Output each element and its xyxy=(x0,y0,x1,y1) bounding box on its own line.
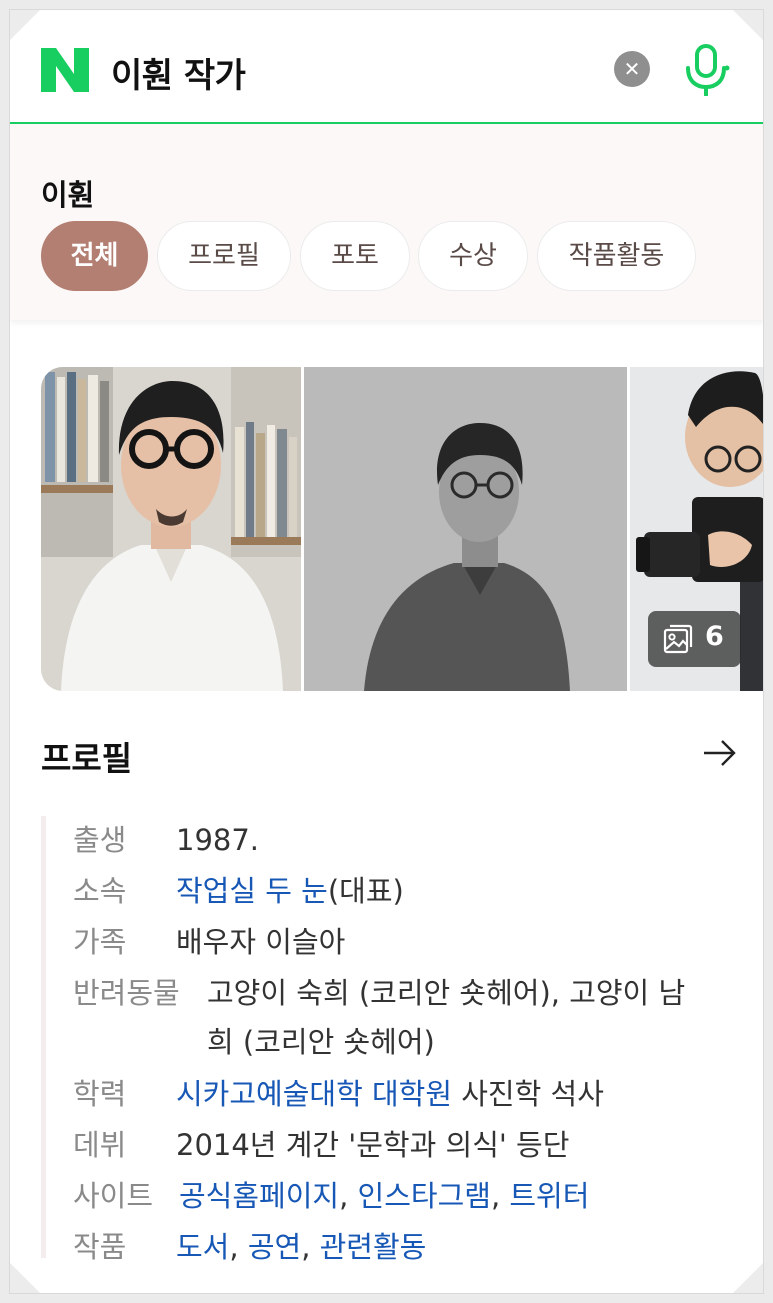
profile-value: 1987. xyxy=(176,823,260,857)
profile-label: 반려동물 xyxy=(73,976,180,1010)
search-bar: 이훤 작가 ✕ xyxy=(10,10,763,124)
tab-photo[interactable]: 포토 xyxy=(300,221,410,291)
arrow-right-icon[interactable] xyxy=(702,738,738,768)
activities-link[interactable]: 관련활동 xyxy=(320,1230,427,1264)
profile-label: 데뷔 xyxy=(73,1128,127,1162)
degree-text: 사진학 석사 xyxy=(452,1077,604,1111)
tab-profile[interactable]: 프로필 xyxy=(157,221,291,291)
tab-awards[interactable]: 수상 xyxy=(418,221,528,291)
twitter-link[interactable]: 트위터 xyxy=(509,1179,589,1213)
profile-value: 희 (코리안 숏헤어) xyxy=(207,1025,435,1059)
photo-count-badge[interactable]: 6 xyxy=(648,611,741,667)
photo-thumbnail[interactable] xyxy=(304,367,627,691)
profile-heading[interactable]: 프로필 xyxy=(41,732,132,780)
profile-label: 사이트 xyxy=(73,1179,154,1213)
profile-value: 고양이 숙희 (코리안 숏헤어), 고양이 남 xyxy=(207,976,686,1010)
profile-list: 출생 1987. 소속 작업실 두 눈(대표) 가족 배우자 이슬아 반려동물 … xyxy=(41,816,741,1264)
instagram-link[interactable]: 인스타그램 xyxy=(358,1179,491,1213)
profile-label: 작품 xyxy=(73,1230,127,1264)
profile-label: 가족 xyxy=(73,925,127,959)
photo-strip: 6 xyxy=(41,367,763,691)
photo-thumbnail[interactable] xyxy=(41,367,301,691)
profile-label: 출생 xyxy=(73,823,127,857)
profile-label: 소속 xyxy=(73,874,127,908)
entity-panel: 이훤 전체 프로필 포토 수상 작품활동 xyxy=(10,124,763,320)
agency-role: (대표) xyxy=(327,874,404,908)
profile-label: 학력 xyxy=(73,1077,127,1111)
performances-link[interactable]: 공연 xyxy=(248,1230,301,1264)
entity-name: 이훤 xyxy=(41,178,95,212)
books-link[interactable]: 도서 xyxy=(176,1230,229,1264)
corner-fold xyxy=(733,10,763,40)
tab-all[interactable]: 전체 xyxy=(41,221,148,291)
naver-logo[interactable] xyxy=(41,48,89,92)
photo-gallery-icon xyxy=(663,624,693,654)
corner-fold xyxy=(10,10,40,40)
close-icon[interactable]: ✕ xyxy=(614,51,650,87)
school-link[interactable]: 시카고예술대학 대학원 xyxy=(176,1077,452,1111)
agency-link[interactable]: 작업실 두 눈 xyxy=(176,874,328,908)
profile-value: 2014년 계간 '문학과 의식' 등단 xyxy=(176,1128,570,1162)
microphone-icon[interactable] xyxy=(684,44,730,96)
tab-works[interactable]: 작품활동 xyxy=(537,221,696,291)
profile-value: 배우자 이슬아 xyxy=(176,925,346,959)
search-input[interactable]: 이훤 작가 xyxy=(111,48,246,97)
corner-fold xyxy=(10,1263,40,1293)
search-result-card: 이훤 작가 ✕ 이훤 전체 프로필 포토 수상 작품활동 6 프로필 출생 19… xyxy=(9,9,764,1294)
photo-count: 6 xyxy=(705,621,724,652)
corner-fold xyxy=(733,1263,763,1293)
official-homepage-link[interactable]: 공식홈페이지 xyxy=(179,1179,339,1213)
